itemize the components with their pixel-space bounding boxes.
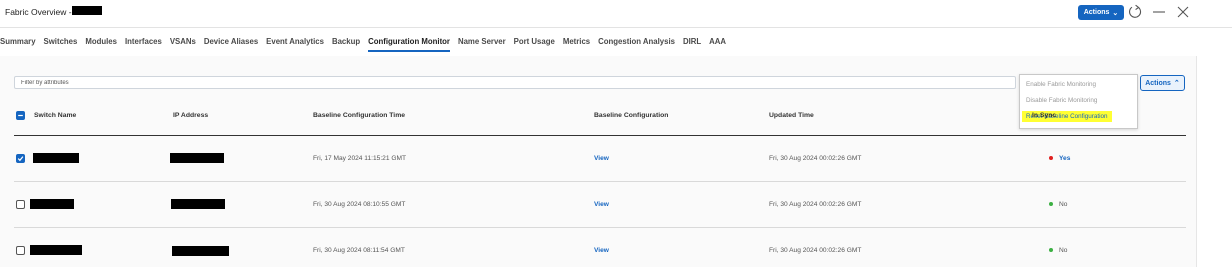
header-divider bbox=[0, 27, 1232, 28]
filter-input[interactable] bbox=[14, 76, 1016, 89]
tab-configuration-monitor[interactable]: Configuration Monitor bbox=[368, 37, 450, 52]
sync-status-label: No bbox=[1059, 247, 1068, 254]
row-checkbox[interactable] bbox=[16, 246, 25, 255]
minimize-icon[interactable] bbox=[1151, 4, 1167, 20]
header-actions-label: Actions bbox=[1083, 9, 1110, 16]
row-divider bbox=[14, 227, 1186, 228]
column-header-ip-address[interactable]: IP Address bbox=[173, 112, 208, 119]
column-header-switch-name[interactable]: Switch Name bbox=[34, 112, 76, 119]
sync-status: No bbox=[1049, 247, 1067, 254]
tab-vsans[interactable]: VSANs bbox=[170, 37, 196, 52]
tab-metrics[interactable]: Metrics bbox=[563, 37, 590, 52]
sync-status: Yes bbox=[1049, 155, 1070, 162]
column-header-baseline-configuration-time[interactable]: Baseline Configuration Time bbox=[313, 112, 405, 119]
tab-event-analytics[interactable]: Event Analytics bbox=[266, 37, 324, 52]
cell-updated-time: Fri, 30 Aug 2024 00:02:26 GMT bbox=[769, 155, 862, 162]
sync-status-label: No bbox=[1059, 201, 1068, 208]
redacted-ip-address bbox=[172, 246, 229, 256]
tab-switches[interactable]: Switches bbox=[44, 37, 78, 52]
tab-name-server[interactable]: Name Server bbox=[458, 37, 506, 52]
cell-updated-time: Fri, 30 Aug 2024 00:02:26 GMT bbox=[769, 247, 862, 254]
select-all-checkbox[interactable] bbox=[16, 111, 25, 120]
row-divider bbox=[14, 181, 1186, 182]
tab-aaa[interactable]: AAA bbox=[709, 37, 726, 52]
cell-updated-time: Fri, 30 Aug 2024 00:02:26 GMT bbox=[769, 201, 862, 208]
table-actions-label: Actions bbox=[1145, 79, 1171, 87]
status-dot-icon bbox=[1049, 202, 1053, 207]
tab-congestion-analysis[interactable]: Congestion Analysis bbox=[598, 37, 675, 52]
page-title: Fabric Overview - bbox=[5, 7, 72, 17]
view-baseline-link[interactable]: View bbox=[594, 201, 609, 208]
cell-baseline-time: Fri, 17 May 2024 11:15:21 GMT bbox=[313, 155, 406, 162]
redacted-switch-name bbox=[33, 153, 79, 163]
tab-modules[interactable]: Modules bbox=[85, 37, 117, 52]
redacted-fabric-name bbox=[72, 6, 102, 15]
indeterminate-icon bbox=[18, 114, 23, 117]
tab-backup[interactable]: Backup bbox=[332, 37, 360, 52]
column-header-in-sync[interactable]: In Sync bbox=[1032, 112, 1056, 119]
refresh-icon[interactable] bbox=[1127, 4, 1143, 20]
tab-dirl[interactable]: DIRL bbox=[683, 37, 701, 52]
row-checkbox[interactable] bbox=[16, 200, 25, 209]
table-actions-button[interactable]: Actions ⌃ bbox=[1140, 75, 1185, 91]
chevron-up-icon: ⌃ bbox=[1173, 80, 1180, 87]
column-header-baseline-configuration[interactable]: Baseline Configuration bbox=[594, 112, 668, 119]
view-baseline-link[interactable]: View bbox=[594, 155, 609, 162]
table-header-divider bbox=[14, 135, 1186, 136]
menu-item-enable-fabric-monitoring[interactable]: Enable Fabric Monitoring bbox=[1026, 81, 1096, 88]
menu-item-disable-fabric-monitoring[interactable]: Disable Fabric Monitoring bbox=[1026, 97, 1097, 104]
view-baseline-link[interactable]: View bbox=[594, 247, 609, 254]
tab-summary[interactable]: Summary bbox=[0, 37, 36, 52]
chevron-down-icon: ⌄ bbox=[1112, 9, 1119, 17]
redacted-switch-name bbox=[30, 199, 74, 209]
redacted-ip-address bbox=[171, 199, 225, 209]
status-dot-icon bbox=[1049, 248, 1053, 253]
redacted-switch-name bbox=[30, 245, 82, 255]
cell-baseline-time: Fri, 30 Aug 2024 08:11:54 GMT bbox=[313, 247, 405, 254]
sync-status: No bbox=[1049, 201, 1067, 208]
status-dot-icon bbox=[1049, 156, 1053, 161]
tab-device-aliases[interactable]: Device Aliases bbox=[204, 37, 258, 52]
cell-baseline-time: Fri, 30 Aug 2024 08:10:55 GMT bbox=[313, 201, 406, 208]
column-header-updated-time[interactable]: Updated Time bbox=[769, 112, 814, 119]
tab-interfaces[interactable]: Interfaces bbox=[125, 37, 162, 52]
header-actions-button[interactable]: Actions ⌄ bbox=[1078, 5, 1124, 20]
tab-bar: Summary Switches Modules Interfaces VSAN… bbox=[0, 37, 726, 52]
sync-status-label[interactable]: Yes bbox=[1059, 155, 1070, 162]
row-checkbox[interactable] bbox=[16, 154, 25, 163]
close-icon[interactable] bbox=[1175, 4, 1191, 20]
actions-dropdown-menu: Enable Fabric Monitoring Disable Fabric … bbox=[1019, 74, 1138, 129]
redacted-ip-address bbox=[170, 153, 224, 163]
checkmark-icon bbox=[17, 156, 24, 162]
tab-port-usage[interactable]: Port Usage bbox=[514, 37, 555, 52]
